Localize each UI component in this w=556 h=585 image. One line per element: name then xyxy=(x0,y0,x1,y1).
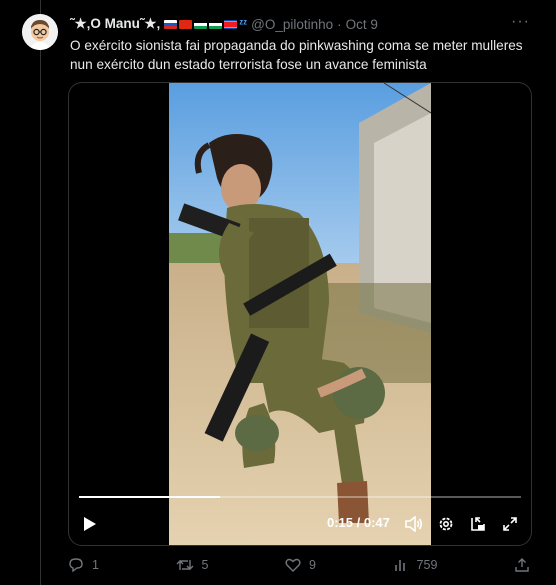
tweet-header: ˜★‚O Manu˜★‚ ᶻᶻ @O_pilotinho · Oct 9 xyxy=(70,15,536,33)
video-time: 0:15 / 0:47 xyxy=(327,515,390,530)
video-player[interactable]: 0:15 / 0:47 xyxy=(68,82,532,546)
video-seek-bar[interactable] xyxy=(79,496,521,498)
view-count: 759 xyxy=(416,558,438,572)
tweet-actions: 1 5 9 759 xyxy=(68,556,530,574)
fullscreen-button[interactable] xyxy=(499,511,521,537)
reply-count: 1 xyxy=(92,558,99,572)
repost-button[interactable]: 5 xyxy=(176,557,209,573)
palestine-flag-icon xyxy=(209,19,223,29)
palestine-flag-icon xyxy=(194,19,208,29)
video-still xyxy=(169,83,431,545)
views-button[interactable]: 759 xyxy=(393,557,438,573)
more-options-icon[interactable]: ··· xyxy=(511,13,530,31)
play-button[interactable] xyxy=(79,511,101,537)
flag-emojis: ᶻᶻ xyxy=(164,18,247,30)
avatar[interactable] xyxy=(22,14,58,50)
separator: · xyxy=(337,16,342,32)
analytics-icon xyxy=(394,560,405,571)
mute-button[interactable] xyxy=(403,511,425,537)
share-icon xyxy=(515,558,529,572)
play-icon xyxy=(84,517,96,531)
settings-button[interactable] xyxy=(435,511,457,537)
volume-icon xyxy=(405,516,423,532)
tweet-date[interactable]: Oct 9 xyxy=(346,17,378,32)
reply-button[interactable]: 1 xyxy=(68,557,99,573)
thread-line xyxy=(40,0,41,585)
expand-icon xyxy=(503,517,517,531)
picture-in-picture-button[interactable] xyxy=(467,511,489,537)
russia-flag-icon xyxy=(164,19,178,29)
author-handle[interactable]: @O_pilotinho xyxy=(251,17,333,32)
north-korea-flag-icon xyxy=(224,19,238,29)
repost-icon xyxy=(176,560,194,570)
gear-icon xyxy=(439,517,453,531)
author-name[interactable]: ˜★‚O Manu˜★‚ xyxy=(70,16,160,32)
like-count: 9 xyxy=(309,558,316,572)
like-button[interactable]: 9 xyxy=(285,557,316,573)
heart-icon xyxy=(285,558,301,572)
video-progress-fill xyxy=(79,496,221,498)
video-frame xyxy=(169,83,431,545)
tweet-text: O exército sionista fai propaganda do pi… xyxy=(70,38,523,72)
repost-count: 5 xyxy=(201,558,209,572)
sleep-icon: ᶻᶻ xyxy=(239,18,248,30)
share-button[interactable] xyxy=(514,557,530,573)
reply-icon xyxy=(69,558,83,573)
pip-icon xyxy=(471,517,485,531)
china-flag-icon xyxy=(179,19,193,29)
